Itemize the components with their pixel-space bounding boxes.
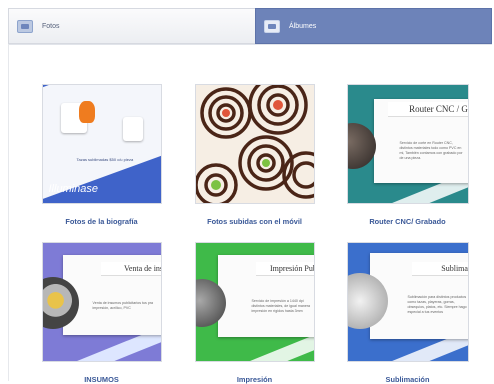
cover-text: Venta de insumos publicitarios tus pra i…: [92, 301, 154, 310]
album-cover[interactable]: Router CNC / G Servicio de corte en Rout…: [346, 84, 469, 204]
album-title[interactable]: Impresión: [192, 375, 317, 384]
cover-heading: Venta de insu: [100, 262, 161, 276]
album-cover[interactable]: Sublimació Sublimación para distintos pr…: [346, 242, 469, 362]
album-title[interactable]: INSUMOS: [39, 375, 164, 384]
cover-heading: Impresión Publ: [255, 262, 314, 276]
mug-image: [122, 117, 143, 141]
photos-icon: [17, 19, 33, 33]
brand-logo-text: Illuminase: [48, 183, 99, 195]
cover-text: Sublimación para distintos productos com…: [407, 295, 467, 314]
tab-bar: Fotos Álbumes: [8, 8, 492, 44]
album-cover[interactable]: Venta de insu Venta de insumos publicita…: [41, 242, 162, 362]
album-insumos[interactable]: Venta de insu Venta de insumos publicita…: [39, 242, 164, 384]
cnc-photo: [347, 123, 376, 169]
cover-heading: Router CNC / G: [387, 102, 468, 117]
content-border: [8, 44, 9, 381]
tab-divider: [8, 44, 492, 45]
fox-mascot-image: [78, 101, 95, 123]
album-title[interactable]: Fotos subidas con el móvil: [192, 217, 317, 226]
cover-text: Servicio de impresión a 1440 dpi distint…: [251, 299, 311, 313]
album-title[interactable]: Fotos de la biografía: [39, 217, 164, 226]
album-title[interactable]: Router CNC/ Grabado: [345, 217, 470, 226]
album-cover[interactable]: [194, 84, 315, 204]
album-impresion[interactable]: Impresión Publ Servicio de impresión a 1…: [192, 242, 317, 384]
cover-caption: Tazas sublimadas $50 c/u pieza: [76, 157, 134, 162]
album-timeline-photos[interactable]: Tazas sublimadas $50 c/u pieza Illuminas…: [39, 84, 164, 226]
albums-icon: [264, 19, 280, 33]
album-sublimacion[interactable]: Sublimació Sublimación para distintos pr…: [345, 242, 470, 384]
album-cover[interactable]: Tazas sublimadas $50 c/u pieza Illuminas…: [41, 84, 162, 204]
circles-pattern-image: [195, 85, 314, 203]
tab-photos-label: Fotos: [42, 22, 60, 30]
album-router-cnc[interactable]: Router CNC / G Servicio de corte en Rout…: [345, 84, 470, 226]
cover-text: Servicio de corte en Router CNC, distint…: [399, 141, 463, 160]
album-mobile-uploads[interactable]: Fotos subidas con el móvil: [192, 84, 317, 226]
cover-heading: Sublimació: [411, 262, 468, 276]
tab-albums[interactable]: Álbumes: [255, 8, 492, 44]
tab-photos[interactable]: Fotos: [8, 8, 255, 44]
album-cover[interactable]: Impresión Publ Servicio de impresión a 1…: [194, 242, 315, 362]
tab-albums-label: Álbumes: [289, 22, 317, 30]
album-title[interactable]: Sublimación: [345, 375, 470, 384]
